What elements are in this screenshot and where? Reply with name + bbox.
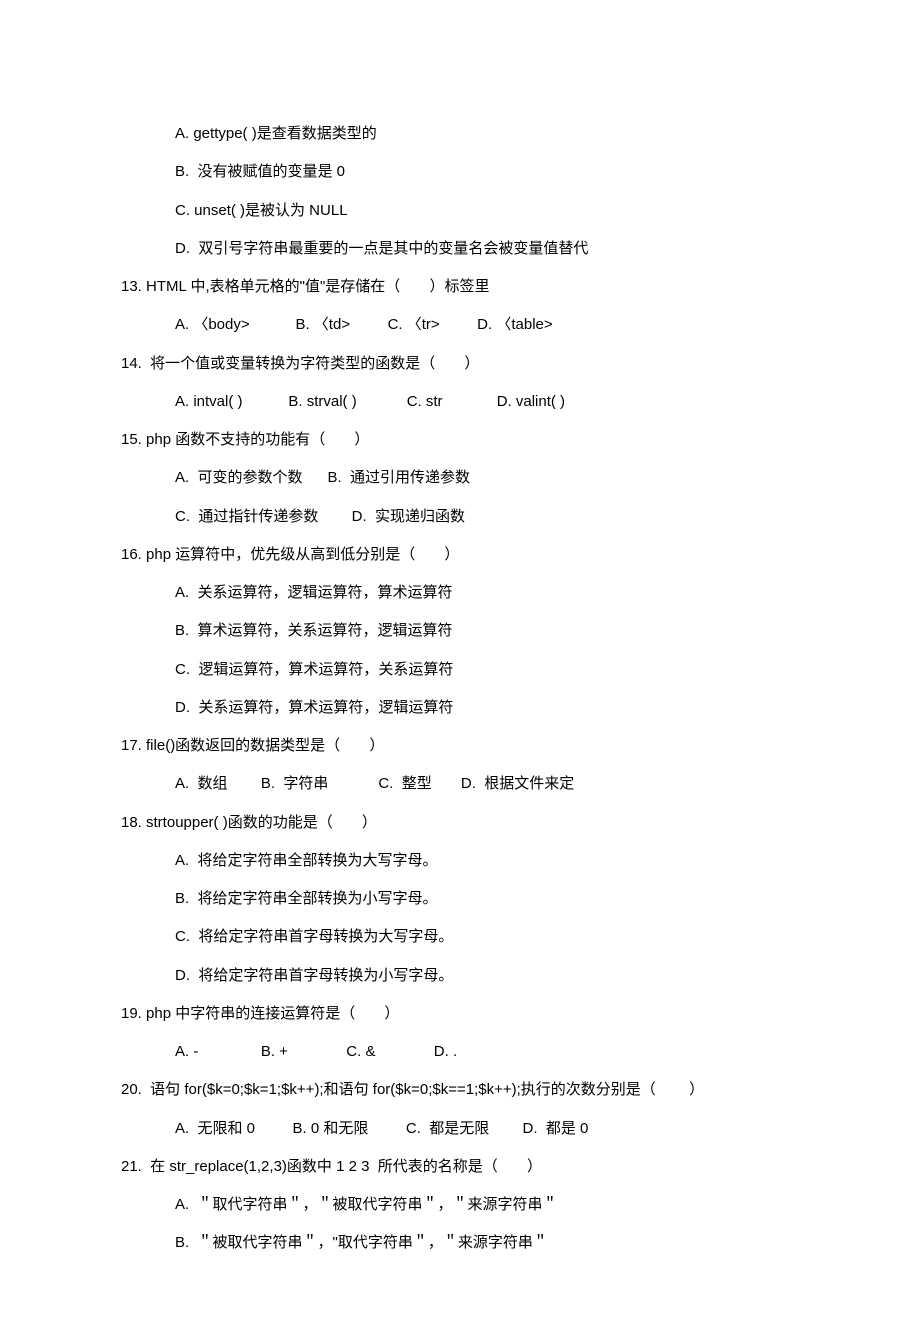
option-text: A. 可变的参数个数 B. 通过引用传递参数 <box>120 459 815 497</box>
option-text: A. 将给定字符串全部转换为大写字母。 <box>120 842 815 880</box>
option-text: A. 无限和 0 B. 0 和无限 C. 都是无限 D. 都是 0 <box>120 1110 815 1148</box>
option-text: B. 算术运算符，关系运算符，逻辑运算符 <box>120 612 815 650</box>
question-text: 13. HTML 中,表格单元格的"值"是存储在（ ）标签里 <box>120 268 815 306</box>
option-text: A. ＂取代字符串＂，＂被取代字符串＂，＂来源字符串＂ <box>120 1186 815 1224</box>
option-text: A. 数组 B. 字符串 C. 整型 D. 根据文件来定 <box>120 765 815 803</box>
option-text: C. 将给定字符串首字母转换为大写字母。 <box>120 918 815 956</box>
option-text: D. 双引号字符串最重要的一点是其中的变量名会被变量值替代 <box>120 230 815 268</box>
question-text: 20. 语句 for($k=0;$k=1;$k++);和语句 for($k=0;… <box>120 1071 815 1109</box>
question-text: 19. php 中字符串的连接运算符是（ ） <box>120 995 815 1033</box>
option-text: C. unset( )是被认为 NULL <box>120 192 815 230</box>
option-text: C. 通过指针传递参数 D. 实现递归函数 <box>120 498 815 536</box>
option-text: A. - B. + C. & D. . <box>120 1033 815 1071</box>
option-text: B. 没有被赋值的变量是 0 <box>120 153 815 191</box>
option-text: A. gettype( )是查看数据类型的 <box>120 115 815 153</box>
option-text: A. 〈body> B. 〈td> C. 〈tr> D. 〈table> <box>120 306 815 344</box>
option-text: A. 关系运算符，逻辑运算符，算术运算符 <box>120 574 815 612</box>
question-text: 17. file()函数返回的数据类型是（ ） <box>120 727 815 765</box>
option-text: B. 将给定字符串全部转换为小写字母。 <box>120 880 815 918</box>
question-text: 18. strtoupper( )函数的功能是（ ） <box>120 804 815 842</box>
question-text: 14. 将一个值或变量转换为字符类型的函数是（ ） <box>120 345 815 383</box>
question-text: 16. php 运算符中，优先级从高到低分别是（ ） <box>120 536 815 574</box>
option-text: C. 逻辑运算符，算术运算符，关系运算符 <box>120 651 815 689</box>
option-text: D. 将给定字符串首字母转换为小写字母。 <box>120 957 815 995</box>
option-text: B. ＂被取代字符串＂，"取代字符串＂，＂来源字符串＂ <box>120 1224 815 1262</box>
question-text: 15. php 函数不支持的功能有（ ） <box>120 421 815 459</box>
document-page: A. gettype( )是查看数据类型的 B. 没有被赋值的变量是 0 C. … <box>0 0 920 1323</box>
option-text: D. 关系运算符，算术运算符，逻辑运算符 <box>120 689 815 727</box>
question-text: 21. 在 str_replace(1,2,3)函数中 1 2 3 所代表的名称… <box>120 1148 815 1186</box>
option-text: A. intval( ) B. strval( ) C. str D. vali… <box>120 383 815 421</box>
